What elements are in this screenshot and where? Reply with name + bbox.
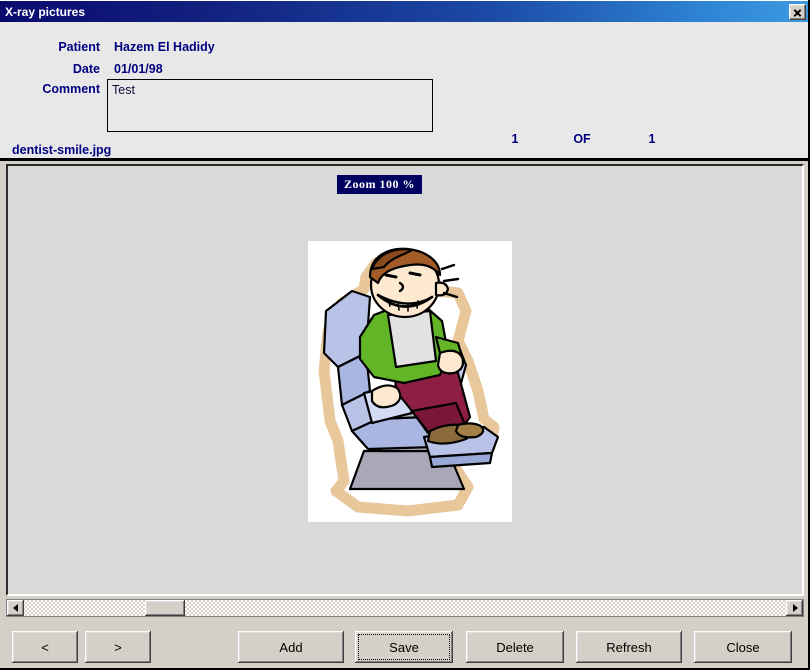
scroll-left-arrow: [12, 604, 18, 612]
triangle-right-icon[interactable]: [786, 600, 803, 616]
patient-label: Patient: [58, 40, 100, 54]
delete-button[interactable]: Delete: [466, 631, 564, 663]
xray-image: [308, 241, 512, 522]
patient-value: Hazem El Hadidy: [114, 40, 215, 54]
refresh-button[interactable]: Refresh: [576, 631, 682, 663]
title-bar[interactable]: X-ray pictures: [0, 0, 808, 22]
triangle-left-icon[interactable]: [7, 600, 24, 616]
previous-button[interactable]: <: [12, 631, 78, 663]
filename-label: dentist-smile.jpg: [12, 143, 112, 157]
scroll-thumb[interactable]: [145, 600, 185, 616]
zoom-level-badge: Zoom 100 %: [337, 175, 422, 194]
record-header: Patient Hazem El Hadidy Date 01/01/98 Co…: [0, 22, 808, 158]
close-icon[interactable]: [789, 3, 806, 20]
horizontal-scrollbar[interactable]: [6, 599, 804, 617]
page-of-separator: OF: [573, 132, 591, 146]
page-current: 1: [511, 132, 519, 146]
scroll-right-arrow: [792, 604, 798, 612]
page-total: 1: [648, 132, 656, 146]
comment-label: Comment: [42, 82, 100, 96]
header-divider: [0, 158, 808, 161]
comment-input[interactable]: [107, 79, 433, 132]
close-button[interactable]: Close: [694, 631, 792, 663]
next-button[interactable]: >: [85, 631, 151, 663]
date-value: 01/01/98: [114, 62, 163, 76]
window-title: X-ray pictures: [5, 4, 86, 19]
date-label: Date: [72, 62, 100, 76]
add-button[interactable]: Add: [238, 631, 344, 663]
save-button[interactable]: Save: [355, 631, 453, 663]
xray-pictures-window: X-ray pictures Patient Hazem El Hadidy D…: [0, 0, 810, 670]
image-viewer-panel[interactable]: Zoom 100 %: [6, 164, 804, 596]
